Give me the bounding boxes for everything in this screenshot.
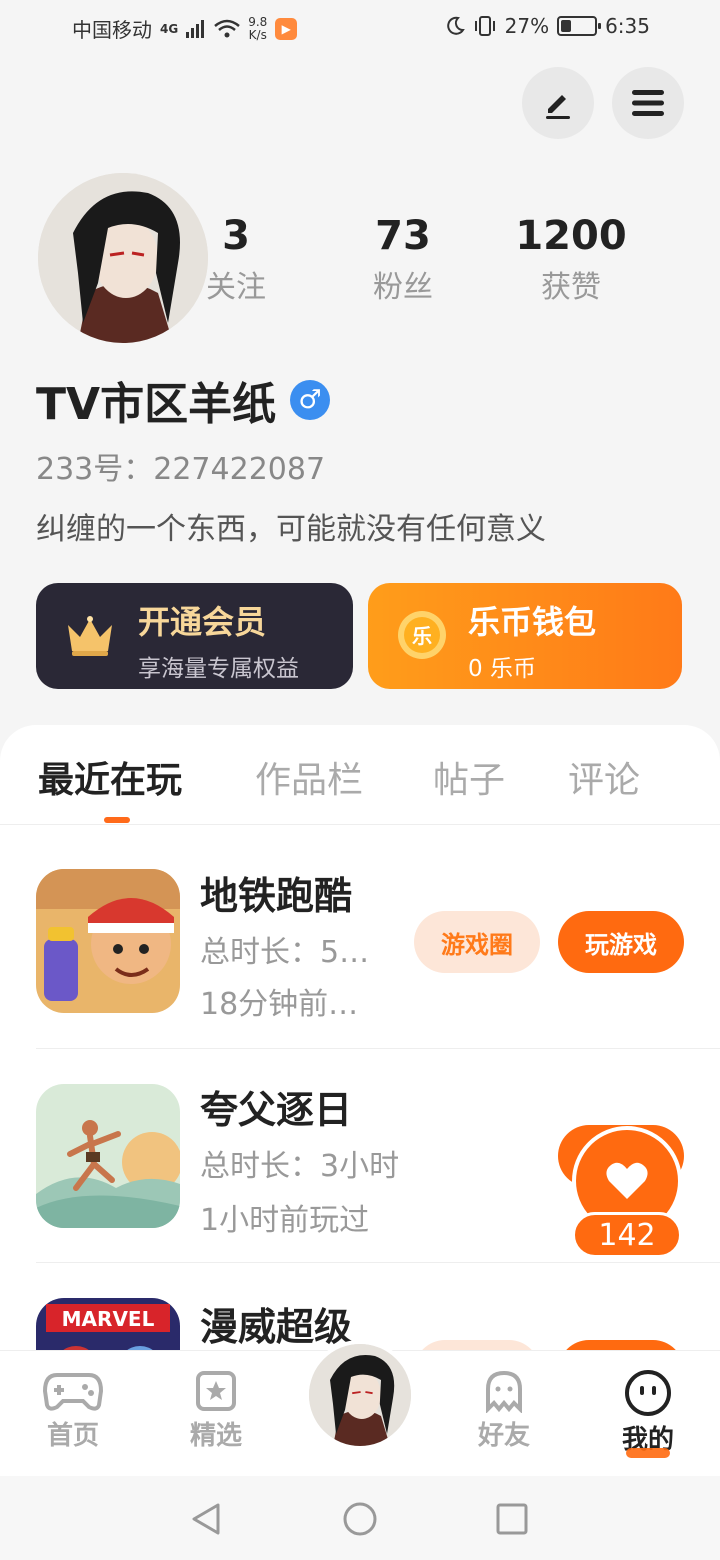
game-name: 漫威超级 xyxy=(200,1305,353,1349)
nav-mine[interactable]: 我的 xyxy=(603,1369,693,1458)
tab-posts[interactable]: 帖子 xyxy=(433,751,505,803)
nav-center-avatar[interactable] xyxy=(305,1340,415,1450)
kuafu-game-icon xyxy=(36,1084,180,1228)
followers-label: 粉丝 xyxy=(373,270,433,305)
game-row-subway[interactable]: 地铁跑酷 总时长：5… 18分钟前… 游戏圈 玩游戏 xyxy=(36,835,720,1049)
stat-likes[interactable]: 1200 获赞 xyxy=(501,212,641,310)
signal-icon xyxy=(186,19,205,38)
carrier-label: 中国移动 xyxy=(72,18,152,42)
svg-text:MARVEL: MARVEL xyxy=(62,1307,155,1331)
heart-icon xyxy=(606,1162,648,1199)
app-notification-icon: ▶ xyxy=(275,17,298,40)
username-row: TV市区羊纸 ♂ xyxy=(36,368,331,432)
edit-profile-button[interactable] xyxy=(522,67,594,139)
nav-home[interactable]: 首页 xyxy=(28,1369,118,1452)
tab-indicator xyxy=(104,817,130,823)
avatar-illustration xyxy=(309,1344,411,1446)
nav-friends[interactable]: 好友 xyxy=(459,1369,549,1452)
game-circle-button[interactable]: 游戏圈 xyxy=(414,911,540,973)
like-count: 142 xyxy=(572,1212,682,1258)
moon-icon xyxy=(446,16,465,35)
nav-active-indicator xyxy=(626,1448,670,1458)
likes-count: 1200 xyxy=(515,213,627,259)
game-total-time: 总时长：3小时 xyxy=(200,1149,400,1184)
pencil-icon xyxy=(546,95,570,119)
game-last-played: 1小时前玩过 xyxy=(200,1203,370,1238)
wifi-icon xyxy=(214,19,241,37)
network-icon: 4G xyxy=(160,21,179,36)
stat-following[interactable]: 3 关注 xyxy=(166,212,306,310)
subway-surfers-icon xyxy=(36,869,180,1013)
gamepad-icon xyxy=(43,1373,103,1411)
smiley-face-icon xyxy=(625,1370,671,1416)
clock: 6:35 xyxy=(605,14,650,38)
wallet-balance: 0 乐币 xyxy=(468,656,536,682)
vibrate-icon xyxy=(474,16,495,36)
user-id[interactable]: 233号：227422087 xyxy=(36,444,325,488)
tab-comments[interactable]: 评论 xyxy=(568,751,640,803)
coin-icon: 乐 xyxy=(398,611,446,659)
menu-button[interactable] xyxy=(612,67,684,139)
ghost-icon xyxy=(486,1370,522,1413)
nav-home-label: 首页 xyxy=(46,1421,99,1451)
username: TV市区羊纸 xyxy=(36,379,277,430)
back-icon[interactable] xyxy=(190,1502,222,1536)
game-last-played: 18分钟前… xyxy=(200,987,359,1022)
vip-title: 开通会员 xyxy=(138,603,267,641)
followers-count: 73 xyxy=(375,213,431,259)
nav-featured[interactable]: 精选 xyxy=(171,1369,261,1452)
vip-membership-card[interactable]: 开通会员 享海量专属权益 xyxy=(36,583,353,689)
system-navigation-bar xyxy=(0,1476,720,1560)
network-speed: 9.8 K/s xyxy=(248,14,268,42)
wallet-title: 乐币钱包 xyxy=(468,603,597,641)
play-game-button[interactable]: 玩游戏 xyxy=(558,911,684,973)
hamburger-icon xyxy=(632,90,664,116)
status-bar: 中国移动 4G 9.8 K/s ▶ 27% 6:35 xyxy=(0,0,720,56)
following-count: 3 xyxy=(222,213,250,259)
star-card-icon xyxy=(196,1371,236,1411)
game-name: 夸父逐日 xyxy=(200,1088,353,1132)
following-label: 关注 xyxy=(206,270,266,305)
home-icon[interactable] xyxy=(343,1502,377,1536)
like-float-button[interactable]: 142 xyxy=(572,1126,682,1258)
tab-recent-playing[interactable]: 最近在玩 xyxy=(38,751,182,803)
recents-icon[interactable] xyxy=(496,1502,528,1536)
coin-wallet-card[interactable]: 乐 乐币钱包 0 乐币 xyxy=(368,583,682,689)
profile-tabs: 最近在玩 作品栏 帖子 评论 xyxy=(0,725,720,825)
nav-featured-label: 精选 xyxy=(189,1421,242,1451)
battery-icon xyxy=(557,16,602,36)
user-bio: 纠缠的一个东西，可能就没有任何意义 xyxy=(36,512,546,547)
stat-followers[interactable]: 73 粉丝 xyxy=(333,212,473,310)
crown-icon xyxy=(68,616,112,656)
battery-percent: 27% xyxy=(504,14,550,38)
tab-works[interactable]: 作品栏 xyxy=(255,751,363,803)
game-name: 地铁跑酷 xyxy=(200,874,353,918)
male-gender-icon: ♂ xyxy=(290,380,331,420)
svg-text:乐: 乐 xyxy=(412,624,432,648)
nav-friends-label: 好友 xyxy=(477,1421,530,1451)
likes-label: 获赞 xyxy=(541,270,601,305)
vip-subtitle: 享海量专属权益 xyxy=(138,656,299,682)
game-total-time: 总时长：5… xyxy=(200,935,370,970)
